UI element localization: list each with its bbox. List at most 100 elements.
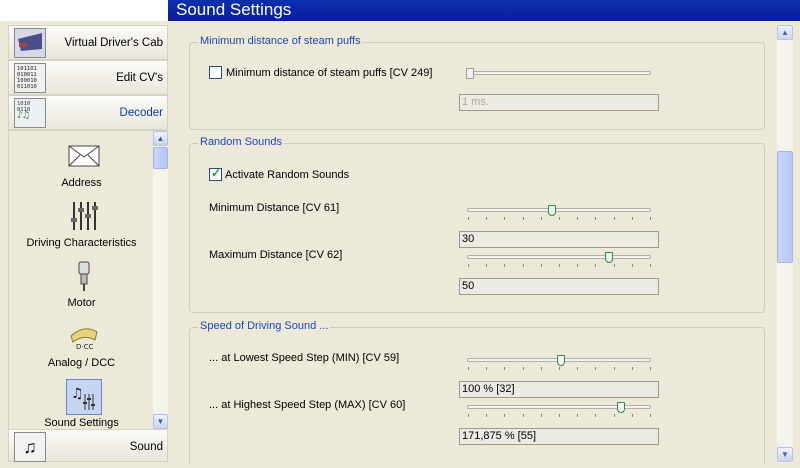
slider-tick (631, 367, 633, 370)
scroll-down-button[interactable]: ▼ (777, 447, 793, 462)
slider-tick (486, 414, 488, 417)
slider-tick (486, 217, 488, 220)
highest-speed-value: 171,875 % [55] (459, 428, 659, 445)
slider-tick (559, 367, 560, 370)
submenu-item-sound-settings[interactable]: ♫ Sound Settings (9, 377, 154, 437)
window-title: Sound Settings (176, 0, 292, 19)
submenu-scrollbar[interactable]: ▲ ▼ (153, 131, 168, 429)
slider-tick (468, 367, 469, 370)
slider-tick (595, 264, 597, 267)
min-distance-slider[interactable] (464, 204, 654, 224)
nav-item-edit-cvs[interactable]: 101101 010011 100010 011010 Edit CV's (8, 60, 168, 95)
main-scrollbar[interactable]: ▲ ▼ (777, 25, 793, 463)
slider-tick (468, 414, 469, 417)
scroll-up-button[interactable]: ▲ (777, 25, 793, 40)
steam-puffs-label: Minimum distance of steam puffs [CV 249] (226, 67, 433, 79)
sound-settings-panel: Minimum distance of steam puffs Minimum … (178, 25, 776, 465)
max-distance-label: Maximum Distance [CV 62] (209, 249, 343, 261)
max-distance-slider[interactable] (464, 251, 654, 271)
steam-puffs-slider[interactable] (464, 67, 654, 87)
highest-speed-label: ... at Highest Speed Step (MAX) [CV 60] (209, 399, 406, 411)
slider-tick (559, 217, 560, 220)
slider-tick (650, 367, 651, 370)
slider-thumb[interactable] (547, 205, 556, 216)
scroll-thumb[interactable] (153, 147, 168, 169)
slider-tick (540, 414, 542, 417)
driving-sound-speed-group: Speed of Driving Sound ... ... at Lowest… (189, 320, 765, 465)
slider-tick (595, 217, 597, 220)
decoder-icon: 1010 0110 ♪♫ (14, 98, 46, 128)
random-sounds-group: Random Sounds ✓ Activate Random Sounds M… (189, 136, 765, 313)
music-notes-icon: ♫ (14, 432, 46, 462)
slider-thumb[interactable] (556, 355, 565, 366)
scroll-up-button[interactable]: ▲ (153, 131, 168, 146)
nav-item-sound[interactable]: ♫ Sound (8, 429, 168, 462)
nav-item-decoder[interactable]: 1010 0110 ♪♫ Decoder (8, 95, 168, 130)
group-title: Random Sounds (198, 136, 284, 148)
slider-tick (540, 264, 542, 267)
submenu-item-address[interactable]: Address (9, 137, 154, 197)
slider-rail (467, 208, 651, 212)
svg-text:♫: ♫ (71, 386, 84, 402)
min-distance-value: 30 (459, 231, 659, 248)
steam-puffs-checkbox[interactable] (209, 66, 222, 79)
svg-text:D·CC: D·CC (76, 343, 94, 350)
slider-tick (631, 414, 633, 417)
nav-label: Sound (129, 441, 163, 453)
submenu-item-motor[interactable]: Motor (9, 257, 154, 317)
sound-settings-icon: ♫ (66, 379, 102, 415)
slider-tick (613, 367, 615, 370)
nav-label: Decoder (119, 107, 163, 119)
slider-tick (486, 367, 488, 370)
slider-thumb[interactable] (617, 402, 626, 413)
lowest-speed-label: ... at Lowest Speed Step (MIN) [CV 59] (209, 352, 400, 364)
slider-tick (504, 414, 506, 417)
nav-label: Virtual Driver's Cab (64, 37, 164, 49)
cab-icon (14, 28, 46, 58)
slider-tick (650, 217, 651, 220)
lowest-speed-slider[interactable] (464, 354, 654, 374)
slider-tick (468, 217, 469, 220)
submenu-label: Driving Characteristics (26, 237, 137, 249)
decoder-submenu: Address Driving Characteristics Motor D·… (8, 130, 168, 430)
sliders-icon (67, 199, 101, 233)
submenu-label: Address (61, 177, 102, 189)
slider-tick (522, 217, 524, 220)
slider-tick (650, 264, 651, 267)
slider-tick (631, 264, 633, 267)
slider-tick (613, 217, 615, 220)
slider-tick (577, 217, 579, 220)
slider-thumb[interactable] (466, 68, 474, 79)
scroll-thumb[interactable] (777, 151, 793, 263)
checkmark-icon: ✓ (211, 166, 222, 180)
slider-tick (577, 414, 579, 417)
slider-tick (595, 414, 597, 417)
slider-tick (559, 264, 560, 267)
submenu-label: Sound Settings (44, 417, 119, 429)
motor-icon (67, 259, 101, 293)
envelope-icon (67, 139, 101, 173)
submenu-label: Analog / DCC (47, 357, 116, 369)
slider-tick (540, 217, 542, 220)
slider-tick (577, 367, 579, 370)
submenu-item-driving-characteristics[interactable]: Driving Characteristics (9, 197, 154, 257)
slider-tick (613, 414, 615, 417)
slider-tick (522, 367, 524, 370)
slider-tick (631, 217, 633, 220)
submenu-item-analog-dcc[interactable]: D·CC Analog / DCC (9, 317, 154, 377)
binary-icon: 101101 010011 100010 011010 (14, 63, 46, 93)
random-sounds-checkbox[interactable]: ✓ (209, 166, 222, 181)
scroll-down-button[interactable]: ▼ (153, 414, 168, 429)
slider-tick (650, 414, 651, 417)
slider-tick (595, 367, 597, 370)
nav-item-virtual-drivers-cab[interactable]: Virtual Driver's Cab (8, 25, 168, 60)
max-distance-value: 50 (459, 278, 659, 295)
steam-puffs-value: 1 ms. (459, 94, 659, 111)
min-distance-label: Minimum Distance [CV 61] (209, 202, 340, 214)
group-title: Minimum distance of steam puffs (198, 35, 363, 47)
group-title: Speed of Driving Sound ... (198, 320, 331, 332)
slider-thumb[interactable] (604, 252, 613, 263)
slider-tick (559, 414, 560, 417)
slider-tick (540, 367, 542, 370)
highest-speed-slider[interactable] (464, 401, 654, 421)
